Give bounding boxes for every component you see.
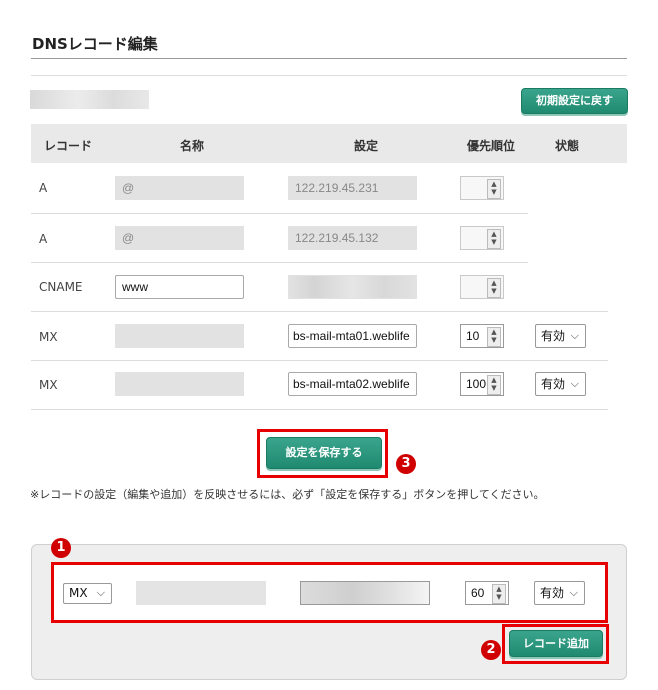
status-value: 有効	[541, 377, 566, 391]
priority-value: 10	[466, 329, 480, 343]
name-field-masked[interactable]	[115, 372, 244, 396]
setting-field[interactable]: 122.219.45.132	[288, 226, 417, 250]
priority-stepper[interactable]: ▲ ▼	[460, 176, 504, 200]
priority-stepper[interactable]: 10 ▲ ▼	[460, 324, 504, 348]
setting-field[interactable]: bs-mail-mta01.weblife	[288, 324, 417, 348]
annotation-badge-3: 3	[396, 454, 416, 474]
reset-defaults-button[interactable]: 初期設定に戻す	[521, 88, 628, 114]
row-divider	[31, 311, 608, 312]
new-priority-value: 60	[471, 586, 485, 600]
spinner-arrows-icon[interactable]: ▲ ▼	[492, 584, 506, 604]
section-divider	[31, 75, 627, 76]
new-record-type-select[interactable]: MX ⌵	[63, 583, 112, 604]
priority-stepper[interactable]: ▲ ▼	[460, 226, 504, 250]
chevron-down-icon: ⌵	[570, 377, 579, 390]
chevron-down-icon: ⌵	[96, 586, 105, 599]
title-divider	[31, 58, 627, 59]
table-header	[31, 124, 627, 163]
save-settings-button[interactable]: 設定を保存する	[266, 437, 382, 469]
row-divider	[31, 360, 608, 361]
status-select[interactable]: 有効 ⌵	[535, 372, 586, 396]
new-name-field-masked[interactable]	[136, 581, 266, 605]
record-type: A	[39, 232, 48, 246]
new-priority-stepper[interactable]: 60 ▲ ▼	[465, 581, 509, 605]
spinner-arrows-icon[interactable]: ▲ ▼	[487, 278, 501, 298]
spinner-arrows-icon[interactable]: ▲ ▼	[487, 327, 501, 347]
spinner-arrows-icon[interactable]: ▲ ▼	[487, 375, 501, 395]
add-record-button[interactable]: レコード追加	[509, 630, 603, 657]
name-field[interactable]: www	[115, 275, 244, 299]
record-type: CNAME	[39, 280, 83, 294]
record-type: MX	[39, 378, 58, 392]
new-type-value: MX	[69, 586, 88, 600]
record-type: MX	[39, 330, 58, 344]
priority-stepper[interactable]: 100 ▲ ▼	[460, 372, 504, 396]
status-select[interactable]: 有効 ⌵	[535, 324, 586, 348]
status-value: 有効	[541, 329, 566, 343]
header-setting: 設定	[354, 139, 379, 153]
name-field[interactable]: @	[115, 226, 244, 250]
setting-field[interactable]: 122.219.45.231	[288, 176, 417, 200]
record-type: A	[39, 181, 48, 195]
annotation-badge-1: 1	[51, 538, 71, 558]
priority-value: 100	[466, 377, 487, 391]
annotation-badge-2: 2	[481, 640, 501, 660]
name-field[interactable]: @	[115, 176, 244, 200]
header-priority: 優先順位	[467, 139, 516, 153]
new-setting-field-masked[interactable]	[300, 581, 430, 605]
priority-stepper[interactable]: ▲ ▼	[460, 275, 504, 299]
row-divider	[31, 409, 608, 410]
row-divider	[31, 213, 528, 214]
masked-domain-name	[30, 90, 149, 109]
page-title: DNSレコード編集	[32, 35, 158, 53]
chevron-down-icon: ⌵	[569, 586, 578, 599]
setting-field-masked[interactable]	[288, 275, 417, 299]
new-status-value: 有効	[540, 586, 565, 600]
setting-field[interactable]: bs-mail-mta02.weblife	[288, 372, 417, 396]
name-field-masked[interactable]	[115, 324, 244, 348]
header-status: 状態	[555, 139, 580, 153]
new-status-select[interactable]: 有効 ⌵	[534, 581, 585, 605]
save-note: ※レコードの設定（編集や追加）を反映させるには、必ず「設定を保存する」ボタンを押…	[30, 488, 545, 501]
row-divider	[31, 262, 528, 263]
spinner-arrows-icon[interactable]: ▲ ▼	[487, 179, 501, 199]
header-name: 名称	[180, 139, 205, 153]
chevron-down-icon: ⌵	[570, 329, 579, 342]
header-record: レコード	[44, 139, 93, 153]
spinner-arrows-icon[interactable]: ▲ ▼	[487, 229, 501, 249]
